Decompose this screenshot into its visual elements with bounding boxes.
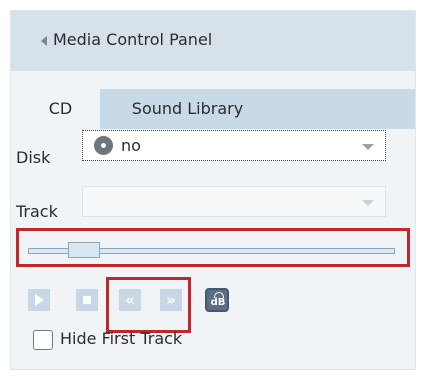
volume-db-label: dB (210, 297, 226, 308)
chevron-down-icon[interactable] (362, 200, 374, 206)
disk-select[interactable]: no (82, 130, 386, 161)
tab-sound-library[interactable]: Sound Library (100, 89, 275, 129)
chevron-down-icon[interactable] (362, 144, 374, 150)
stop-icon (83, 296, 91, 304)
disk-label: Disk (16, 148, 51, 167)
tab-cd[interactable]: CD (21, 89, 100, 129)
track-label: Track (16, 202, 58, 221)
panel-header[interactable]: Media Control Panel (11, 11, 415, 71)
seek-bar-thumb[interactable] (68, 242, 100, 258)
panel-title: Media Control Panel (53, 30, 213, 49)
track-select[interactable] (82, 186, 386, 217)
play-icon (35, 294, 44, 306)
hide-first-track-checkbox[interactable] (33, 330, 53, 350)
volume-db-button[interactable]: dB (205, 288, 229, 312)
disk-value: no (121, 136, 141, 155)
play-button[interactable] (28, 289, 50, 311)
nav-buttons-highlight (106, 277, 191, 333)
tab-bar: CD Sound Library (21, 89, 415, 129)
stop-button[interactable] (76, 289, 98, 311)
disc-icon (94, 136, 113, 155)
hide-first-track-label[interactable]: Hide First Track (60, 329, 182, 348)
triangle-left-icon[interactable] (41, 36, 47, 46)
